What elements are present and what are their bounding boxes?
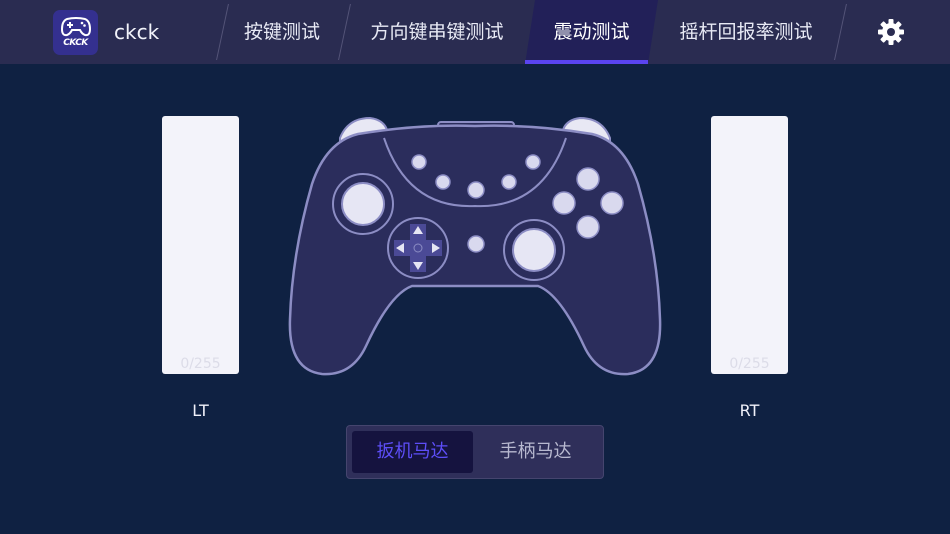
rt-trigger-value: 0/255: [729, 356, 770, 372]
tab-button-test[interactable]: 按键测试: [230, 0, 334, 64]
app-name: ckck: [114, 20, 160, 44]
gamepad-illustration: [288, 116, 662, 376]
tab-separator: [216, 4, 229, 60]
lt-trigger-meter: 0/255: [162, 116, 239, 374]
tab-label: 方向键串键测试: [370, 21, 504, 43]
tab-stick-polling-test[interactable]: 摇杆回报率测试: [664, 0, 828, 64]
top-navigation-bar: CKCK ckck 按键测试 方向键串键测试 震动测试 摇杆回报率测试: [0, 0, 950, 64]
active-tab-indicator: [525, 60, 648, 64]
tab-label: 按键测试: [243, 21, 320, 43]
gear-icon: [878, 19, 904, 45]
lt-label: LT: [192, 401, 209, 420]
rt-trigger-meter: 0/255: [711, 116, 788, 374]
tab-dpad-combo-test[interactable]: 方向键串键测试: [352, 0, 522, 64]
tab-vibration-test[interactable]: 震动测试: [525, 0, 658, 64]
trigger-motor-button[interactable]: 扳机马达: [352, 431, 473, 473]
tab-label: 摇杆回报率测试: [679, 21, 813, 43]
logo-text: CKCK: [63, 38, 88, 48]
tab-label: 震动测试: [553, 21, 630, 43]
app-logo: CKCK: [53, 10, 98, 55]
motor-selector: 扳机马达 手柄马达: [346, 425, 604, 479]
lt-trigger-value: 0/255: [180, 356, 221, 372]
rt-label: RT: [739, 401, 760, 420]
gamepad-icon: [60, 17, 91, 37]
tab-separator: [338, 4, 351, 60]
handle-motor-button[interactable]: 手柄马达: [475, 431, 596, 473]
tab-separator: [834, 4, 847, 60]
controller-illustration: [288, 114, 662, 378]
settings-button[interactable]: [876, 17, 906, 47]
